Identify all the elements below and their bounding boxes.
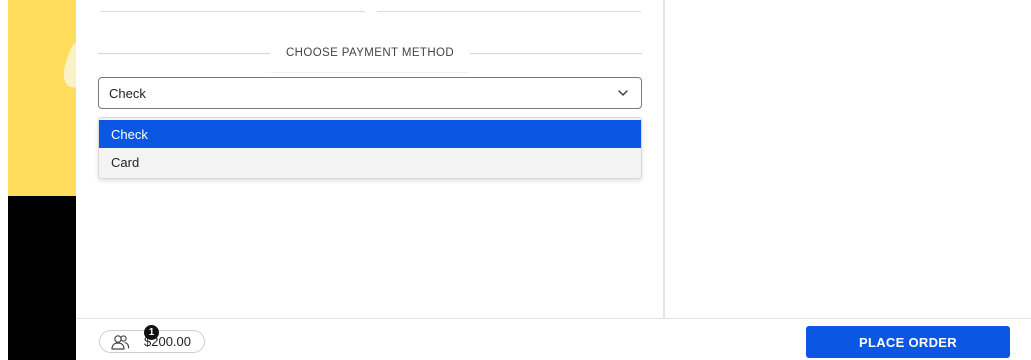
users-icon	[110, 334, 130, 350]
chevron-down-icon	[617, 87, 629, 99]
brand-strip-black	[8, 196, 76, 360]
payment-method-dropdown: Check Card	[98, 117, 642, 179]
brand-strip-yellow	[8, 0, 76, 196]
title-rule-left	[98, 52, 270, 54]
previous-field-right-edge	[377, 0, 641, 12]
payment-section-label: CHOOSE PAYMENT METHOD	[285, 47, 455, 59]
panel-divider	[663, 0, 665, 318]
cart-summary-pill[interactable]: 1 $200.00	[99, 325, 205, 353]
payment-option-card[interactable]: Card	[99, 148, 641, 176]
payment-section-title: CHOOSE PAYMENT METHOD	[98, 44, 643, 62]
payment-option-check[interactable]: Check	[99, 120, 641, 148]
payment-method-selected-value: Check	[109, 85, 146, 101]
brand-swoosh-graphic	[59, 37, 76, 91]
place-order-button[interactable]: PLACE ORDER	[806, 326, 1010, 358]
cart-count-badge: 1	[144, 325, 159, 340]
previous-field-left-edge	[100, 0, 365, 12]
payment-method-select[interactable]: Check	[98, 77, 642, 109]
brand-strip	[8, 0, 76, 360]
checkout-bottom-bar: 1 $200.00 PLACE ORDER	[76, 318, 1031, 360]
title-rule-right	[470, 52, 643, 54]
